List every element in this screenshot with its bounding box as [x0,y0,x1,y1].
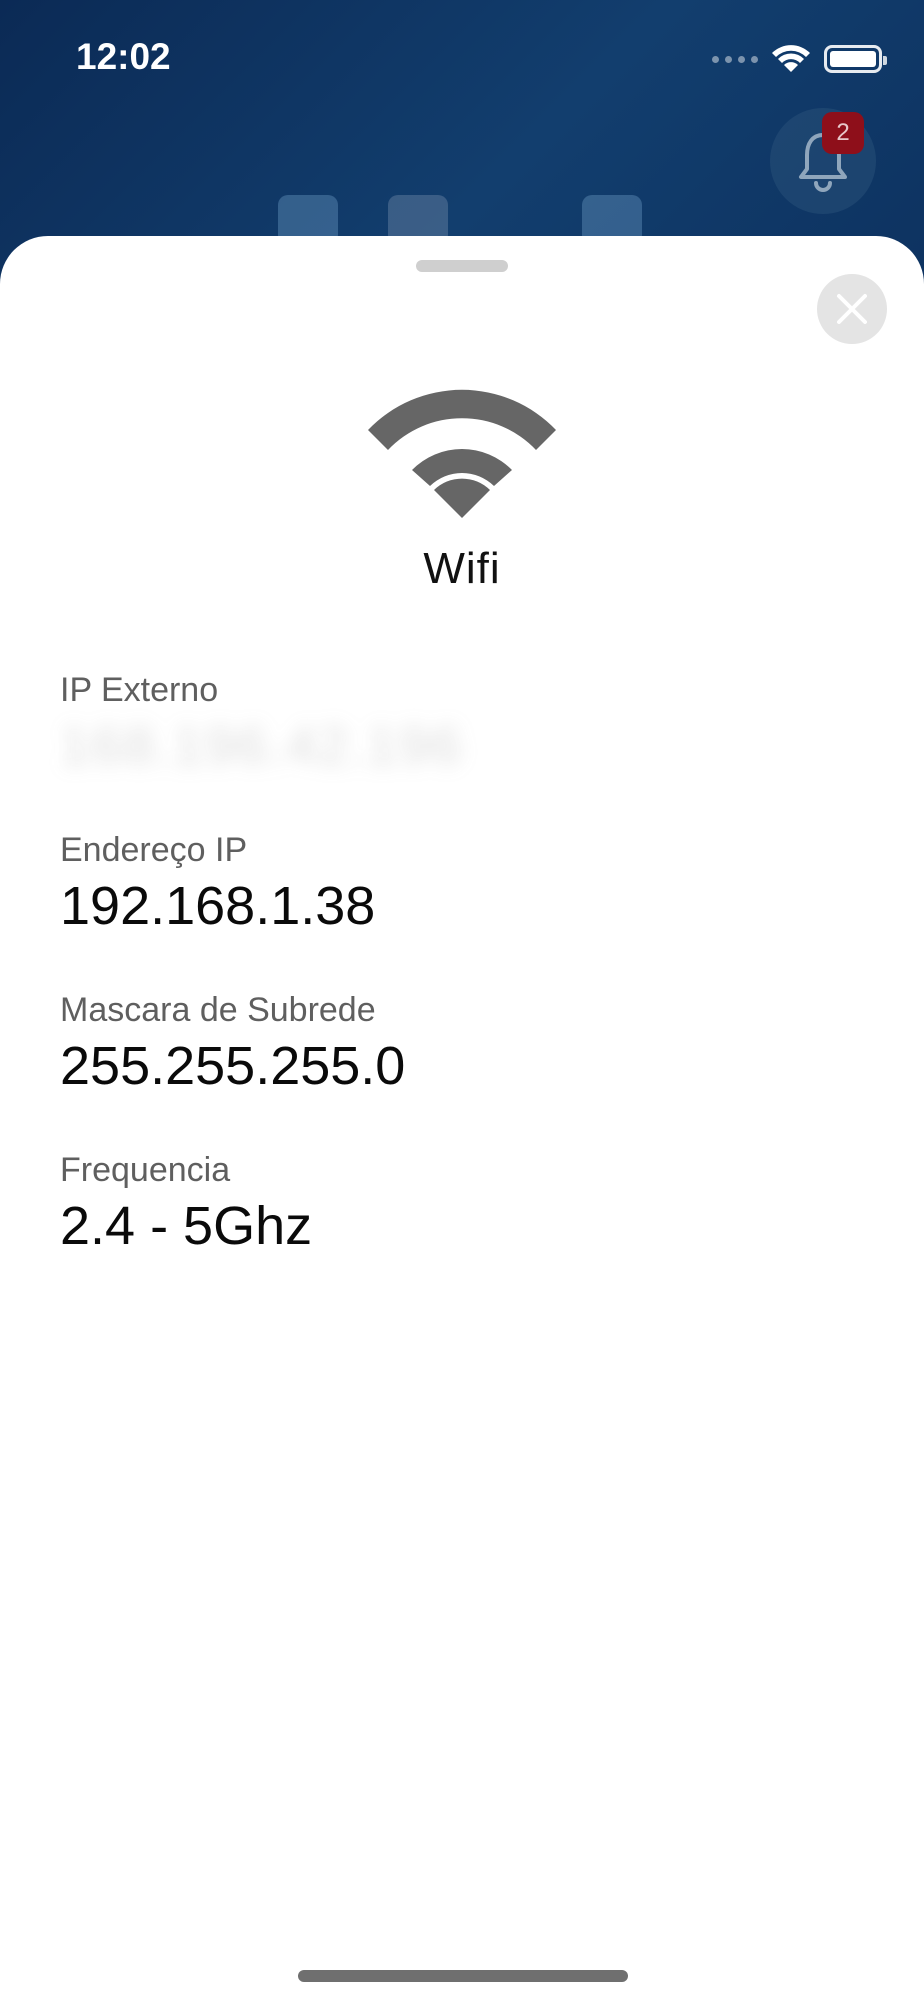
frequency-value: 2.4 - 5Ghz [60,1196,313,1256]
close-icon [837,294,867,324]
external-ip-value: 168.196.42.196 [60,716,464,776]
wifi-info-sheet: Wifi IP Externo 168.196.42.196 Endereço … [0,236,924,2000]
subnet-mask-label: Mascara de Subrede [60,991,376,1029]
ip-address-field: Endereço IP 192.168.1.38 [60,830,375,938]
external-ip-label: IP Externo [60,671,219,709]
ip-address-value: 192.168.1.38 [60,876,376,936]
subnet-mask-value: 255.255.255.0 [60,1036,406,1096]
subnet-mask-field: Mascara de Subrede 255.255.255.0 [60,990,405,1098]
status-icons [712,42,887,76]
cellular-signal-icon [712,55,758,63]
sheet-title: Wifi [423,544,501,593]
external-ip-field: IP Externo 168.196.42.196 [60,670,463,778]
close-button[interactable] [817,274,887,344]
frequency-label: Frequencia [60,1151,231,1189]
wifi-status-icon [772,45,810,72]
sheet-grabber[interactable] [416,260,508,272]
wifi-icon [368,389,556,518]
home-indicator[interactable] [298,1970,628,1982]
status-time: 12:02 [76,36,171,77]
status-bar: 12:02 [0,0,924,120]
screen: 12:02 2 Wifi IP Externo 168.196.42.196 E… [0,0,924,2000]
battery-icon [824,45,887,73]
frequency-field: Frequencia 2.4 - 5Ghz [60,1150,312,1258]
notifications-badge: 2 [822,112,864,154]
ip-address-label: Endereço IP [60,831,248,869]
